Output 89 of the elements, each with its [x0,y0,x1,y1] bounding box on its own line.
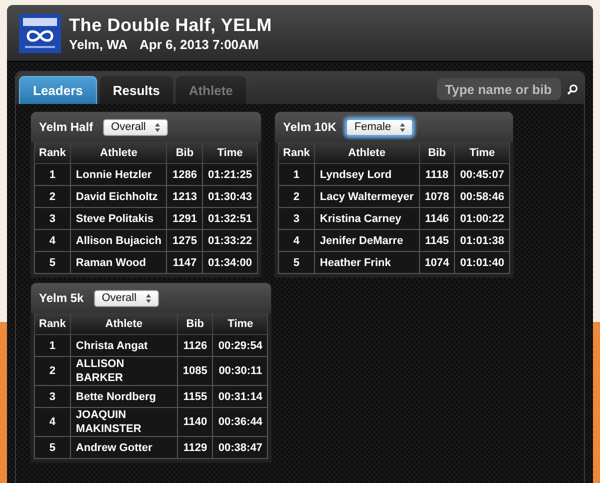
athlete-cell: David Eichholtz [70,186,167,208]
athlete-cell: Allison Bujacich [70,230,167,252]
time-cell: 00:36:44 [212,408,268,436]
athlete-cell: Steve Politakis [70,208,167,230]
filter-dropdown[interactable]: Overall [103,118,168,136]
bib-cell: 1085 [177,356,213,386]
bib-cell: 1118 [419,164,455,186]
bib-cell: 1146 [419,208,455,230]
rank-cell: 4 [34,408,70,436]
column-header: Time [202,142,258,164]
athlete-cell: Lyndsey Lord [314,164,420,186]
athlete-cell: JOAQUIN MAKINSTER [70,408,178,436]
rank-cell: 3 [278,208,314,230]
bib-cell: 1126 [177,334,213,356]
time-cell: 00:30:11 [212,356,268,386]
column-header: Rank [34,313,70,334]
column-header: Time [454,142,510,164]
column-header: Athlete [70,313,178,334]
column-header: Athlete [314,142,420,164]
bib-cell: 1140 [177,408,213,436]
rank-cell: 1 [278,164,314,186]
rank-cell: 4 [278,230,314,252]
time-cell: 01:00:22 [454,208,510,230]
rank-cell: 5 [34,252,70,274]
bib-cell: 1275 [166,230,202,252]
time-cell: 00:45:07 [454,164,510,186]
athlete-cell: Raman Wood [70,252,167,274]
rank-cell: 3 [34,386,70,408]
time-cell: 00:29:54 [212,334,268,356]
column-header: Athlete [70,142,167,164]
bib-cell: 1074 [419,252,455,274]
event-location: Yelm, WA [69,36,128,52]
time-cell: 01:33:22 [202,230,258,252]
rank-cell: 5 [34,436,70,458]
rank-cell: 4 [34,230,70,252]
panel-title: Yelm 10K [283,120,336,134]
rank-cell: 1 [34,164,70,186]
time-cell: 00:38:47 [212,436,268,458]
rank-cell: 2 [34,186,70,208]
time-cell: 01:32:51 [202,208,258,230]
time-cell: 00:58:46 [454,186,510,208]
athlete-cell: Jenifer DeMarre [314,230,420,252]
logo-icon [19,14,61,52]
athlete-cell: Heather Frink [314,252,420,274]
caret-icon [146,294,151,302]
athlete-cell: Andrew Gotter [70,436,178,458]
column-header: Rank [278,142,314,164]
athlete-cell: Lonnie Hetzler [70,164,167,186]
filter-dropdown[interactable]: Female [346,118,414,136]
time-cell: 01:34:00 [202,252,258,274]
time-cell: 01:30:43 [202,186,258,208]
athlete-cell: Bette Nordberg [70,386,178,408]
bib-cell: 1129 [177,436,213,458]
search-field[interactable]: Type name or bib [437,78,561,100]
athlete-cell: Lacy Waltermeyer [314,186,420,208]
caret-icon [154,122,160,132]
bib-cell: 1213 [166,186,202,208]
bib-cell: 1286 [166,164,202,186]
athlete-cell: ALLISON BARKER [70,356,178,386]
tab[interactable]: Leaders [19,76,97,104]
bib-cell: 1147 [166,252,202,274]
time-cell: 01:01:38 [454,230,510,252]
rank-cell: 2 [278,186,314,208]
panel-title: Yelm Half [39,120,94,134]
caret-icon [400,122,406,132]
bib-cell: 1145 [419,230,455,252]
filter-dropdown[interactable]: Overall [94,290,159,306]
time-cell: 01:21:25 [202,164,258,186]
panel-title: Yelm 5k [39,291,84,305]
rank-cell: 3 [34,208,70,230]
column-header: Bib [166,142,202,164]
athlete-cell: Christa Angat [70,334,178,356]
search-icon[interactable] [567,84,578,94]
rank-cell: 1 [34,334,70,356]
rank-cell: 5 [278,252,314,274]
bib-cell: 1291 [166,208,202,230]
column-header: Rank [34,142,70,164]
column-header: Time [212,313,268,334]
tab[interactable]: Results [100,76,173,104]
rank-cell: 2 [34,356,70,386]
event-date: Apr 6, 2013 7:00AM [140,36,259,52]
athlete-cell: Kristina Carney [314,208,420,230]
time-cell: 00:31:14 [212,386,268,408]
column-header: Bib [177,313,213,334]
column-header: Bib [419,142,455,164]
event-title: The Double Half, YELM [69,14,272,36]
bib-cell: 1078 [419,186,455,208]
time-cell: 01:01:40 [454,252,510,274]
bib-cell: 1155 [177,386,213,408]
